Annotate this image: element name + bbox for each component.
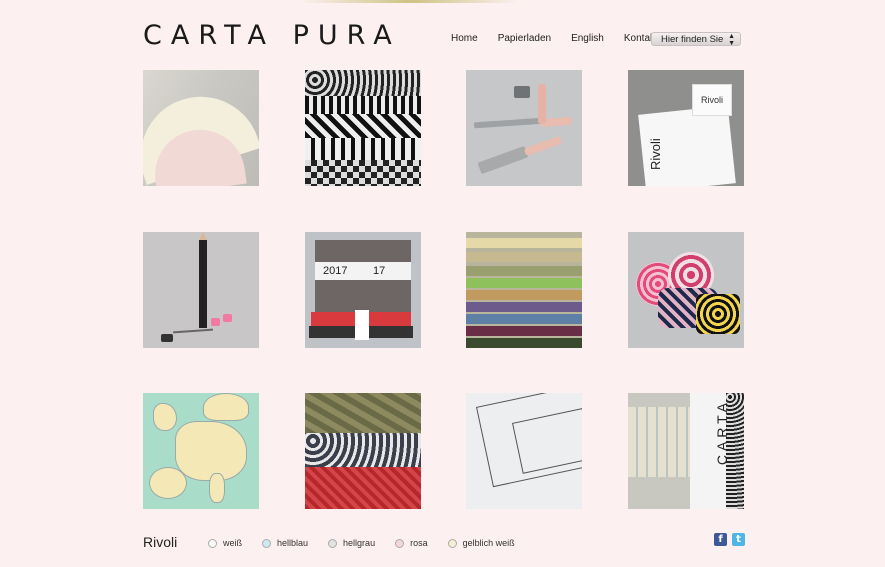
pencil-tip [199, 232, 207, 240]
color-option-hellgrau[interactable]: hellgrau [328, 538, 375, 548]
location-select[interactable]: Hier finden Sie ▲ ▼ [651, 32, 741, 47]
paper-slot [466, 252, 582, 262]
pattern-band [305, 160, 421, 186]
paper-roll [696, 294, 740, 334]
facebook-icon[interactable]: f [714, 533, 727, 546]
social-links: f t [709, 533, 745, 546]
paper-slot [466, 238, 582, 248]
pen-handle [538, 84, 546, 124]
tile-patterned-papers[interactable] [305, 70, 421, 186]
tile-paper-rolls[interactable] [628, 232, 744, 348]
knife-blade [473, 117, 545, 129]
paper-slot [466, 326, 582, 336]
calendar-year-short: 17 [373, 265, 386, 277]
radio-icon[interactable] [328, 538, 338, 548]
pattern-band [305, 70, 421, 96]
calendar-label: 2017 17 [315, 262, 411, 280]
stamp [514, 86, 530, 98]
paper-slot [466, 338, 582, 348]
tile-paper-colors-shelf[interactable] [466, 232, 582, 348]
eraser [211, 318, 220, 326]
twitter-icon[interactable]: t [732, 533, 745, 546]
sharpener [161, 334, 173, 342]
color-option-gelblich-weiss[interactable]: gelblich weiß [447, 538, 515, 548]
tile-europe-map[interactable] [143, 393, 259, 509]
paper-slot [466, 302, 582, 312]
pattern-band [305, 96, 421, 114]
color-option-label: rosa [410, 538, 428, 548]
eraser [223, 314, 232, 322]
tile-technical-drawing[interactable] [466, 393, 582, 509]
nav-english[interactable]: English [571, 33, 604, 44]
spatula-handle [523, 135, 563, 157]
radio-icon[interactable] [262, 538, 272, 548]
map-land [203, 393, 249, 421]
rivoli-card-text: Rivoli [648, 138, 663, 170]
main-nav: Home Papierladen English Kontakt [451, 33, 678, 44]
pattern-band [305, 138, 421, 160]
paper-slot [466, 266, 582, 276]
product-name: Rivoli [143, 534, 178, 550]
color-options: weiß hellblau hellgrau rosa gelblich wei… [208, 538, 535, 548]
spatula-blade [477, 145, 529, 175]
pencil [199, 240, 207, 328]
tile-carta-banner[interactable]: CARTA [628, 393, 744, 509]
color-option-rosa[interactable]: rosa [395, 538, 428, 548]
fabric-band [305, 467, 421, 509]
top-accent [300, 0, 520, 3]
tile-fabric-papers[interactable] [305, 393, 421, 509]
fabric-band [305, 433, 421, 467]
tile-calendar-2017[interactable]: 2017 17 [305, 232, 421, 348]
paper-slot [466, 290, 582, 300]
color-option-label: hellgrau [343, 538, 376, 548]
carta-banner-text: CARTA [714, 399, 730, 466]
nav-home[interactable]: Home [451, 33, 478, 44]
color-option-label: weiß [223, 538, 243, 548]
map-land [209, 473, 225, 503]
radio-icon[interactable] [395, 538, 405, 548]
paper-slot [466, 278, 582, 288]
radio-icon[interactable] [208, 538, 217, 548]
map-land [149, 467, 187, 499]
select-arrows-icon: ▲ ▼ [728, 33, 735, 47]
fabric-band [305, 393, 421, 433]
location-select-value: Hier finden Sie [661, 34, 724, 45]
color-option-label: hellblau [277, 538, 309, 548]
color-option-label: gelblich weiß [462, 538, 515, 548]
color-option-weiss[interactable]: weiß [208, 538, 242, 548]
notebook-band [355, 310, 369, 340]
tile-paper-curls[interactable] [143, 70, 259, 186]
tile-pencil[interactable] [143, 232, 259, 348]
color-option-hellblau[interactable]: hellblau [262, 538, 308, 548]
rivoli-tent-card: Rivoli [692, 84, 732, 116]
pattern-band [305, 114, 421, 138]
pencil-lead [172, 328, 214, 334]
site-logo[interactable]: CARTA PURA [143, 20, 401, 51]
shop-shelf [628, 407, 698, 477]
calendar-year: 2017 [323, 265, 348, 277]
map-land [175, 421, 247, 481]
tile-tools[interactable] [466, 70, 582, 186]
radio-icon[interactable] [447, 538, 457, 548]
nav-papierladen[interactable]: Papierladen [498, 33, 551, 44]
tile-rivoli-cards[interactable]: Rivoli Rivoli [628, 70, 744, 186]
paper-slot [466, 314, 582, 324]
map-land [153, 403, 177, 431]
